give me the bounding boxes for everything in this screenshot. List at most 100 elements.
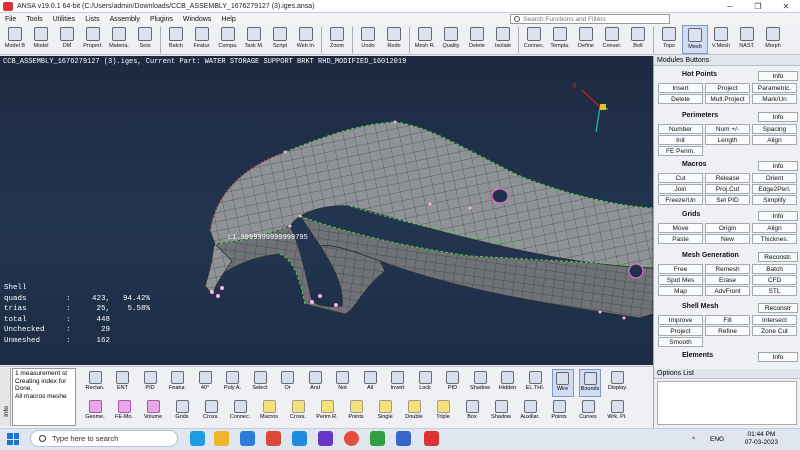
- module-button[interactable]: Intersect: [752, 315, 797, 325]
- bottom-angle-button[interactable]: 40°: [194, 369, 216, 397]
- bottom-hidden-button[interactable]: Hidden: [497, 369, 519, 397]
- task-view-icon[interactable]: [190, 431, 205, 446]
- module-button[interactable]: Proj.Cut: [705, 184, 750, 194]
- module-button[interactable]: Erase: [705, 275, 750, 285]
- bottom-shadow-button[interactable]: Shadow: [469, 369, 491, 397]
- bottom-cross-section-button[interactable]: Cross.: [200, 398, 222, 426]
- bottom-or-button[interactable]: Or: [277, 369, 299, 397]
- toolbar-connections-button[interactable]: Connec.: [521, 25, 547, 54]
- toolbar-sets-button[interactable]: Sets: [132, 25, 158, 54]
- bottom-double-button[interactable]: Double: [403, 398, 425, 426]
- toolbar-isolate-button[interactable]: Isolate: [490, 25, 516, 54]
- module-button[interactable]: Insert: [658, 83, 703, 93]
- module-button[interactable]: Simplify: [752, 195, 797, 205]
- module-button[interactable]: Improve: [658, 315, 703, 325]
- module-section-title[interactable]: Hot Points: [682, 71, 717, 78]
- module-button[interactable]: Init: [658, 135, 703, 145]
- module-button[interactable]: Remesh: [705, 264, 750, 274]
- module-button[interactable]: Align: [752, 223, 797, 233]
- module-button[interactable]: Batch: [752, 264, 797, 274]
- menu-plugins[interactable]: Plugins: [145, 16, 178, 23]
- module-button[interactable]: Refine: [705, 326, 750, 336]
- bottom-points-button[interactable]: Points: [345, 398, 367, 426]
- minimize-button[interactable]: ─: [716, 0, 744, 13]
- module-button[interactable]: Fill: [705, 315, 750, 325]
- bottom-lock-button[interactable]: Lock: [414, 369, 436, 397]
- bottom-grids-button[interactable]: Grids: [171, 398, 193, 426]
- module-info-button[interactable]: Info: [758, 352, 798, 362]
- module-info-button[interactable]: Info: [758, 71, 798, 81]
- module-button[interactable]: Spot Mes: [658, 275, 703, 285]
- maximize-button[interactable]: ❐: [744, 0, 772, 13]
- menu-utilities[interactable]: Utilities: [48, 16, 81, 23]
- bottom-curves-button[interactable]: Curves: [577, 398, 599, 426]
- menu-assembly[interactable]: Assembly: [105, 16, 145, 23]
- toolbar-morph-button[interactable]: Morph: [760, 25, 786, 54]
- bottom-box-button[interactable]: Box: [461, 398, 483, 426]
- bottom-bounds-button[interactable]: Bounds: [579, 369, 601, 397]
- toolbar-materials-button[interactable]: Materia.: [106, 25, 132, 54]
- menu-tools[interactable]: Tools: [21, 16, 47, 23]
- bottom-wire-button[interactable]: Wire: [551, 369, 574, 397]
- module-button[interactable]: Project: [658, 326, 703, 336]
- toolbar-script-button[interactable]: Script: [267, 25, 293, 54]
- module-button[interactable]: CFD: [752, 275, 797, 285]
- store-icon[interactable]: [292, 431, 307, 446]
- bottom-triple-button[interactable]: Triple: [432, 398, 454, 426]
- excel-icon[interactable]: [370, 431, 385, 446]
- bottom-pid-color-button[interactable]: PID: [442, 369, 464, 397]
- toolbar-volume-mesh-button[interactable]: V.Mesh: [708, 25, 734, 54]
- module-button[interactable]: Zone Cut: [752, 326, 797, 336]
- photos-icon[interactable]: [396, 431, 411, 446]
- bottom-cross-button[interactable]: Cross.: [287, 398, 309, 426]
- module-button[interactable]: Align: [752, 135, 797, 145]
- menu-lists[interactable]: Lists: [80, 16, 104, 23]
- module-button[interactable]: Paste: [658, 234, 703, 244]
- module-button[interactable]: Parametric.: [752, 83, 797, 93]
- teams-icon[interactable]: [318, 431, 333, 446]
- bottom-rectangle-select-button[interactable]: Rectan.: [84, 369, 106, 397]
- bottom-element-thickness-button[interactable]: EL.THI.: [524, 369, 546, 397]
- module-button[interactable]: Origin: [705, 223, 750, 233]
- bottom-volume-button[interactable]: Volume: [142, 398, 164, 426]
- menu-help[interactable]: Help: [216, 16, 240, 23]
- module-section-title[interactable]: Grids: [682, 211, 700, 218]
- toolbar-undo-button[interactable]: Undo: [355, 25, 381, 54]
- toolbar-zoom-button[interactable]: Zoom: [324, 25, 350, 54]
- toolbar-batch-button[interactable]: Batch: [163, 25, 189, 54]
- toolbar-redo-button[interactable]: Redo: [381, 25, 407, 54]
- bottom-polygon-button[interactable]: Poly A.: [222, 369, 244, 397]
- toolbar-properties-button[interactable]: Propert.: [80, 25, 106, 54]
- module-section-title[interactable]: Elements: [682, 352, 713, 359]
- bottom-pid-button[interactable]: PID: [139, 369, 161, 397]
- module-button[interactable]: Join: [658, 184, 703, 194]
- menu-file[interactable]: File: [0, 16, 21, 23]
- bottom-all-button[interactable]: All: [359, 369, 381, 397]
- toolbar-data-management-button[interactable]: DM: [54, 25, 80, 54]
- tray-chevron-icon[interactable]: ^: [692, 436, 695, 443]
- module-button[interactable]: Freeze/Un: [658, 195, 703, 205]
- module-button[interactable]: Mult.Project: [705, 94, 750, 104]
- module-info-button[interactable]: Info: [758, 211, 798, 221]
- module-button[interactable]: Set PID: [705, 195, 750, 205]
- language-indicator[interactable]: ENG: [710, 436, 724, 443]
- module-button[interactable]: Free: [658, 264, 703, 274]
- module-button[interactable]: Map: [658, 286, 703, 296]
- module-section-title[interactable]: Macros: [682, 161, 707, 168]
- bottom-work-plane-button[interactable]: Wrk. Pl.: [606, 398, 628, 426]
- bottom-single-button[interactable]: Single: [374, 398, 396, 426]
- toolbar-convert-button[interactable]: Conver.: [599, 25, 625, 54]
- module-info-button[interactable]: Reconstr: [758, 303, 798, 313]
- toolbar-templates-button[interactable]: Templa.: [547, 25, 573, 54]
- bottom-perimeter-r-button[interactable]: Perim R.: [316, 398, 338, 426]
- module-button[interactable]: Smooth: [658, 337, 703, 347]
- bottom-shadow-view-button[interactable]: Shadow: [490, 398, 512, 426]
- taskbar-search[interactable]: Type here to search: [30, 430, 178, 447]
- bottom-geometry-button[interactable]: Geome.: [84, 398, 106, 426]
- module-button[interactable]: Edge2Peri.: [752, 184, 797, 194]
- clock[interactable]: 01:44 PM 07-03-2023: [745, 431, 778, 447]
- bottom-auxiliary-button[interactable]: Auxiliar.: [519, 398, 541, 426]
- module-button[interactable]: Thicknes.: [752, 234, 797, 244]
- toolbar-model-browser-button[interactable]: Model B: [2, 25, 28, 54]
- search-input[interactable]: [523, 15, 663, 23]
